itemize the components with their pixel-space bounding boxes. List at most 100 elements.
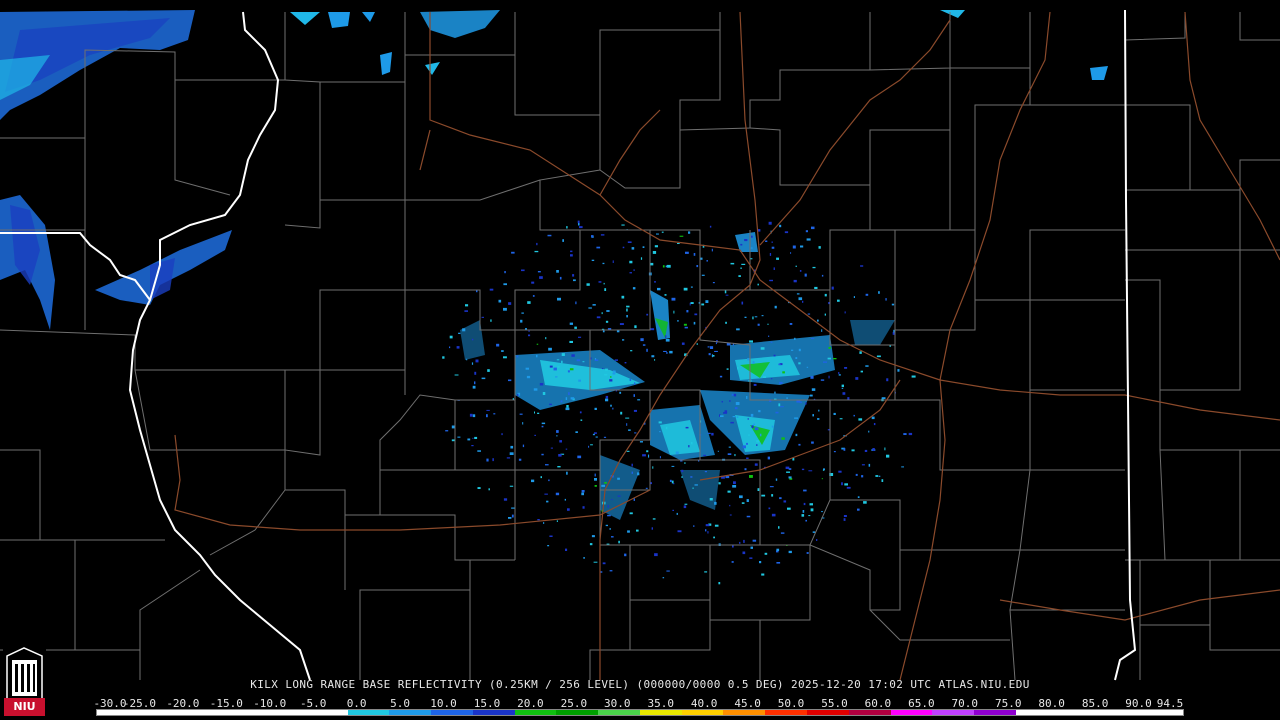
radar-speckle xyxy=(486,414,488,418)
radar-speckle xyxy=(821,329,823,332)
radar-speckle xyxy=(626,423,628,426)
radar-speckle xyxy=(707,432,711,434)
radar-speckle xyxy=(688,231,691,234)
radar-speckle xyxy=(759,561,762,564)
radar-speckle xyxy=(593,561,598,563)
radar-speckle xyxy=(704,471,707,473)
radar-speckle xyxy=(756,440,760,443)
radar-speckle xyxy=(622,246,625,249)
radar-speckle xyxy=(545,464,549,466)
radar-speckle xyxy=(734,454,736,457)
radar-speckle xyxy=(525,367,529,370)
radar-speckle xyxy=(583,557,585,559)
radar-speckle xyxy=(770,378,773,380)
radar-speckle xyxy=(661,231,664,233)
radar-speckle xyxy=(665,335,667,338)
reflectivity-scale-labels: -30.0 -25.0 -20.0 -15.0 -10.0 -5.0 0.0 5.0 10.0 1… xyxy=(93,697,1186,710)
radar-speckle xyxy=(625,417,630,419)
radar-speckle xyxy=(719,375,723,378)
radar-speckle xyxy=(728,446,731,448)
radar-speckle xyxy=(688,445,690,448)
radar-speckle xyxy=(714,524,719,527)
radar-speckle xyxy=(672,509,674,511)
radar-speckle xyxy=(683,505,687,509)
radar-speckle xyxy=(663,350,667,352)
radar-speckle xyxy=(637,472,640,476)
radar-speckle xyxy=(534,250,539,253)
radar-speckle xyxy=(605,368,608,371)
radar-speckle xyxy=(582,506,585,509)
radar-speckle xyxy=(693,321,696,325)
radar-speckle xyxy=(627,530,630,533)
radar-speckle xyxy=(594,359,599,361)
radar-speckle xyxy=(768,335,770,337)
radar-speckle xyxy=(774,391,776,394)
colorbar-segment xyxy=(1099,710,1142,715)
radar-speckle xyxy=(562,239,564,242)
radar-speckle xyxy=(686,310,689,313)
radar-speckle xyxy=(705,529,707,532)
radar-speckle xyxy=(860,370,863,373)
radar-speckle xyxy=(844,367,848,369)
radar-speckle xyxy=(620,411,623,415)
radar-speckle xyxy=(828,375,830,379)
colorbar-segment xyxy=(807,710,849,715)
radar-speckle xyxy=(685,426,689,429)
radar-speckle xyxy=(465,304,469,307)
radar-speckle xyxy=(798,297,803,301)
radar-speckle xyxy=(812,266,816,269)
radar-speckle xyxy=(570,250,573,253)
radar-speckle xyxy=(749,340,753,343)
radar-speckle xyxy=(654,281,656,283)
radar-speckle xyxy=(464,310,468,312)
radar-speckle xyxy=(565,448,568,450)
radar-speckle xyxy=(736,416,739,418)
radar-speckle xyxy=(885,298,887,301)
radar-speckle xyxy=(871,416,875,420)
radar-speckle xyxy=(605,398,609,402)
radar-speckle xyxy=(556,520,558,522)
radar-speckle xyxy=(596,246,601,249)
radar-speckle xyxy=(746,515,751,518)
radar-speckle xyxy=(605,395,609,399)
radar-speckle xyxy=(855,473,858,476)
radar-speckle xyxy=(683,323,687,326)
colorbar-segment xyxy=(890,710,933,715)
radar-speckle xyxy=(817,319,819,322)
radar-speckle xyxy=(860,265,864,267)
radar-speckle xyxy=(818,246,821,249)
radar-speckle xyxy=(662,265,665,268)
radar-speckle xyxy=(799,270,802,272)
colorbar-segment xyxy=(681,710,724,715)
radar-speckle xyxy=(445,430,449,432)
radar-speckle xyxy=(725,321,727,324)
radar-speckle xyxy=(841,482,843,486)
radar-speckle xyxy=(486,409,490,411)
radar-speckle xyxy=(669,350,673,354)
radar-speckle xyxy=(629,378,632,381)
radar-speckle xyxy=(884,447,886,451)
radar-speckle xyxy=(508,517,512,519)
radar-speckle xyxy=(633,269,635,271)
radar-speckle xyxy=(780,406,784,408)
radar-speckle xyxy=(476,290,478,293)
radar-speckle xyxy=(724,290,727,294)
radar-speckle xyxy=(775,411,779,414)
radar-speckle xyxy=(602,562,606,565)
radar-speckle xyxy=(521,312,524,314)
radar-speckle xyxy=(696,265,699,268)
radar-speckle xyxy=(821,511,823,513)
radar-speckle xyxy=(693,253,696,256)
radar-speckle xyxy=(572,274,575,277)
radar-speckle xyxy=(629,272,632,274)
radar-speckle xyxy=(793,279,797,283)
radar-speckle xyxy=(853,414,855,417)
radar-speckle xyxy=(561,360,563,364)
radar-speckle xyxy=(604,373,608,376)
radar-speckle xyxy=(666,352,668,354)
radar-speckle xyxy=(632,287,636,290)
radar-speckle xyxy=(809,394,813,397)
colorbar-segment xyxy=(264,710,306,715)
radar-speckle xyxy=(806,238,811,241)
radar-speckle xyxy=(741,301,744,305)
